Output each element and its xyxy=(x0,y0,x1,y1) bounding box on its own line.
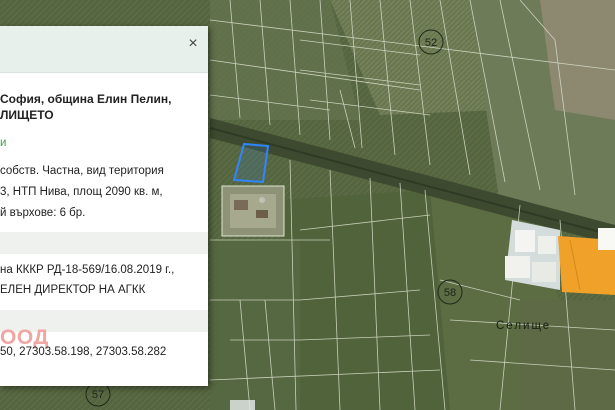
section-band xyxy=(0,232,208,254)
popup-header xyxy=(0,26,208,73)
property-line-1: собств. Частна, вид територия xyxy=(0,165,164,177)
parcel-label-52: 52 xyxy=(425,37,437,49)
parcel-info-popup: × София, община Елин Пелин, ЛИЩЕТО и соб… xyxy=(0,26,208,386)
section-link[interactable]: и xyxy=(0,137,6,149)
parcel-label-58: 58 xyxy=(444,287,456,299)
village-label: Селище xyxy=(496,320,552,332)
property-line-3: й върхове: 6 бр. xyxy=(0,207,86,219)
order-line-1: на КККР РД-18-569/16.08.2019 г., xyxy=(0,264,175,276)
neighbor-parcels: 50, 27303.58.198, 27303.58.282 xyxy=(0,346,167,358)
address-line-2: ЛИЩЕТО xyxy=(0,108,54,122)
parcel-label-57: 57 xyxy=(92,389,104,401)
property-line-2: 3, НТП Нива, площ 2090 кв. м, xyxy=(0,186,163,198)
order-line-2: ЕЛЕН ДИРЕКТОР НА АГКК xyxy=(0,284,146,296)
address-line-1: София, община Елин Пелин, xyxy=(0,92,172,106)
close-icon[interactable]: × xyxy=(186,36,200,52)
